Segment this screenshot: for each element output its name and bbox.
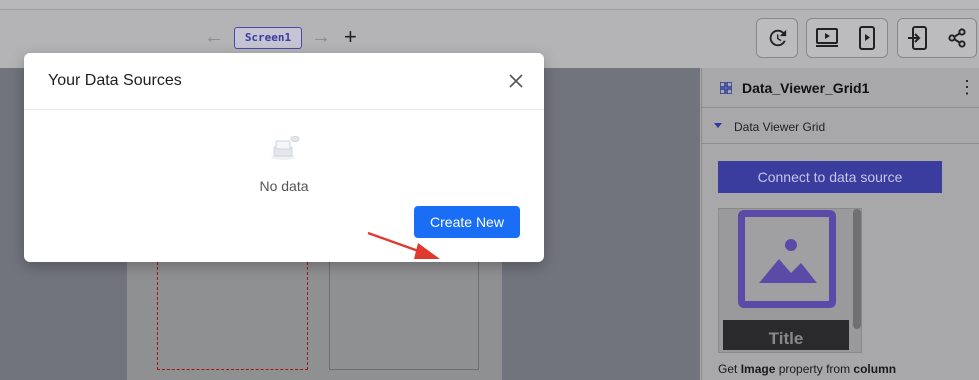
export-button[interactable]	[898, 19, 937, 57]
device-preview-icon	[859, 26, 875, 50]
history-icon	[769, 29, 787, 47]
grid-icon	[720, 82, 732, 94]
data-sources-modal: Your Data Sources No data Create New	[24, 53, 544, 262]
image-placeholder-icon	[738, 210, 836, 308]
card-title: Title	[723, 320, 849, 350]
section-header[interactable]: Data Viewer Grid	[702, 108, 979, 144]
arrow-right-icon[interactable]: →	[311, 27, 331, 47]
annotation-arrow-icon	[367, 231, 440, 259]
scrollbar[interactable]	[853, 209, 861, 329]
empty-inbox-icon	[271, 136, 300, 160]
device-preview-button[interactable]	[847, 19, 887, 57]
section-label: Data Viewer Grid	[734, 120, 826, 134]
properties-panel: Data_Viewer_Grid1 ⋮ Data Viewer Grid Con…	[701, 68, 979, 380]
preview-button[interactable]	[807, 19, 847, 57]
modal-divider	[24, 109, 544, 110]
share-button[interactable]	[937, 19, 976, 57]
connect-data-source-button[interactable]: Connect to data source	[718, 161, 942, 193]
preview-group	[806, 18, 888, 58]
hint-text: Get Image property from column	[718, 362, 897, 376]
share-icon	[947, 28, 966, 48]
panel-header: Data_Viewer_Grid1 ⋮	[702, 68, 979, 108]
history-button[interactable]	[757, 19, 797, 57]
empty-text: No data	[259, 178, 309, 194]
component-name: Data_Viewer_Grid1	[742, 80, 870, 96]
export-icon	[907, 26, 927, 50]
history-group	[756, 18, 798, 58]
top-strip	[0, 0, 979, 10]
export-share-group	[897, 18, 977, 58]
screen-tab[interactable]: Screen1	[234, 27, 302, 49]
plus-icon[interactable]: +	[344, 26, 357, 48]
image-card: Title	[718, 208, 862, 353]
modal-title: Your Data Sources	[48, 72, 182, 89]
close-icon[interactable]	[506, 71, 526, 91]
caret-down-icon	[714, 123, 722, 128]
arrow-left-icon[interactable]: ←	[204, 27, 224, 47]
more-options-icon[interactable]: ⋮	[958, 78, 976, 96]
preview-icon	[816, 28, 838, 47]
